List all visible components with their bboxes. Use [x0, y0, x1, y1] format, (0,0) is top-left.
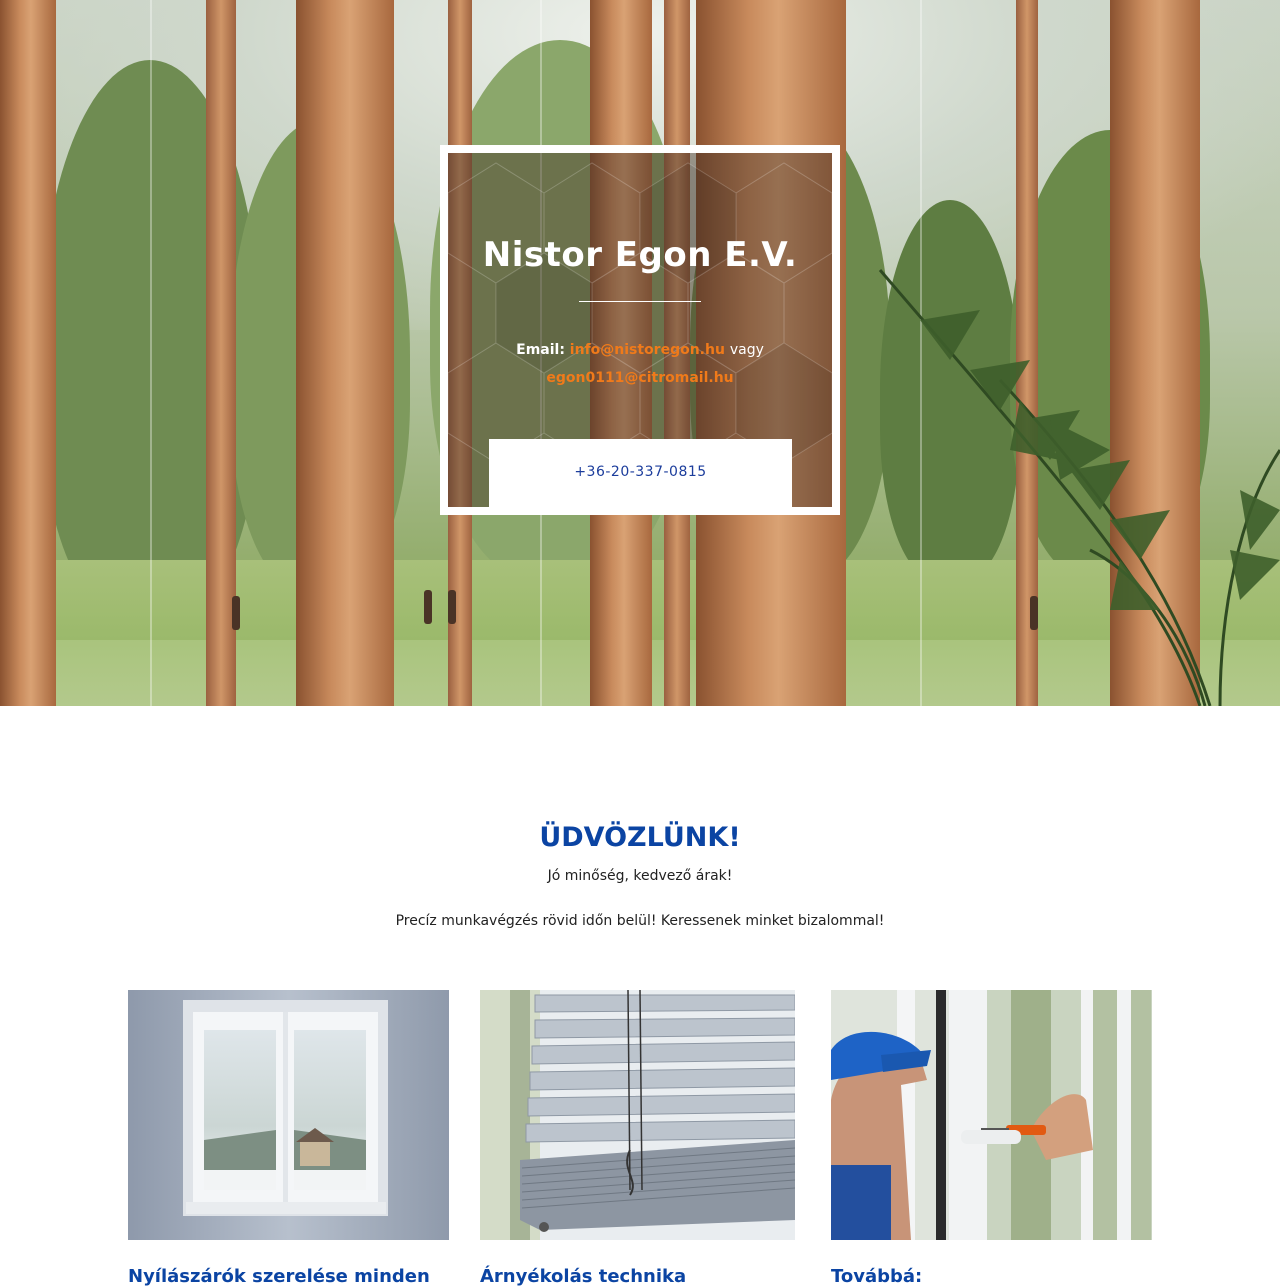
- window-blinds-image[interactable]: [480, 990, 795, 1240]
- welcome-subtitle: Jó minőség, kedvező árak!: [547, 868, 733, 884]
- hero-section: Nistor Egon E.V. Email: info@nistoregon.…: [0, 0, 1280, 706]
- window-winter-image[interactable]: [128, 990, 449, 1240]
- welcome-title: ÜDVÖZLÜNK!: [539, 822, 741, 853]
- service-title[interactable]: Árnyékolás technika: [480, 1266, 686, 1287]
- service-title[interactable]: Nyílászárók szerelése minden: [128, 1266, 430, 1287]
- repairman-image[interactable]: [831, 990, 1152, 1240]
- email-secondary-link[interactable]: egon0111@citromail.hu: [546, 370, 733, 386]
- contact-emails: Email: info@nistoregon.hu vagy egon0111@…: [448, 336, 832, 392]
- contact-card: Nistor Egon E.V. Email: info@nistoregon.…: [440, 145, 840, 515]
- phone-button[interactable]: +36-20-337-0815: [489, 439, 792, 507]
- email-primary-link[interactable]: info@nistoregon.hu: [570, 342, 725, 358]
- palm-plant-decoration: [878, 269, 1280, 706]
- title-divider: [579, 301, 701, 302]
- company-name: Nistor Egon E.V.: [482, 235, 798, 275]
- welcome-text: Precíz munkavégzés rövid időn belül! Ker…: [395, 913, 885, 929]
- email-label: Email:: [516, 342, 565, 358]
- email-separator: vagy: [729, 342, 764, 358]
- service-title[interactable]: Továbbá:: [831, 1266, 922, 1287]
